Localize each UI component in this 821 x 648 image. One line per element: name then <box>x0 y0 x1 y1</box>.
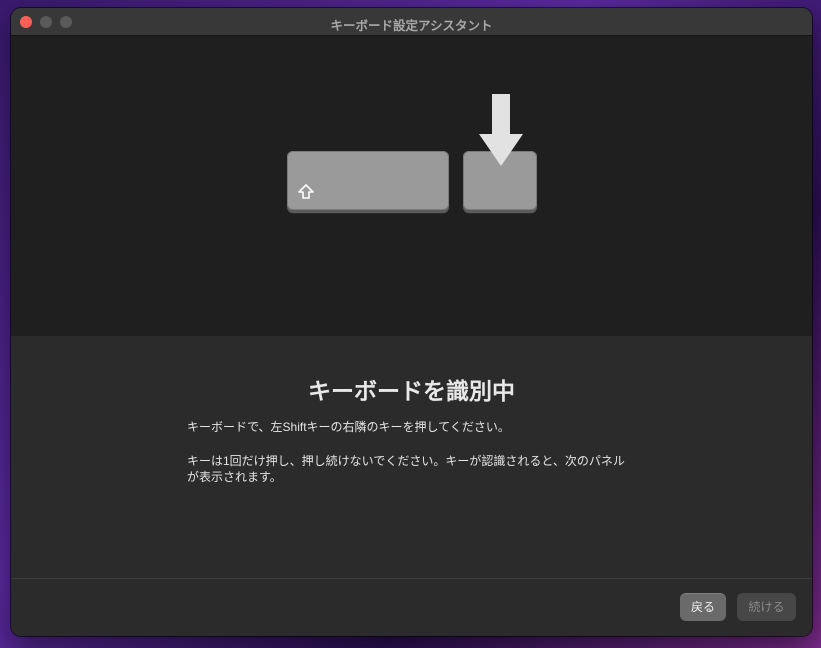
shift-arrow-icon <box>298 184 314 199</box>
window-title: キーボード設定アシスタント <box>330 19 493 33</box>
note-line-2: が表示されます。 <box>187 470 282 484</box>
note-text: キーは1回だけ押し、押し続けないでください。キーが認識されると、次のパネル が表… <box>187 453 637 485</box>
keyboard-setup-window: キーボード設定アシスタント キーボードを識別中 キーボードで、左Shiftキーの… <box>11 8 812 636</box>
instruction-text: キーボードで、左Shiftキーの右隣のキーを押してください。 <box>187 420 510 434</box>
title-bar[interactable]: キーボード設定アシスタント <box>11 8 812 36</box>
instruction-panel: キーボードを識別中 キーボードで、左Shiftキーの右隣のキーを押してください。… <box>11 336 812 578</box>
note-line-1: キーは1回だけ押し、押し続けないでください。キーが認識されると、次のパネル <box>187 454 625 468</box>
down-arrow-icon <box>479 94 523 166</box>
back-button[interactable]: 戻る <box>680 593 726 621</box>
shift-key <box>287 151 449 210</box>
footer-bar: 戻る 続ける <box>11 578 812 636</box>
page-heading: キーボードを識別中 <box>308 378 515 404</box>
continue-button: 続ける <box>737 593 796 621</box>
keyboard-illustration <box>11 36 812 336</box>
